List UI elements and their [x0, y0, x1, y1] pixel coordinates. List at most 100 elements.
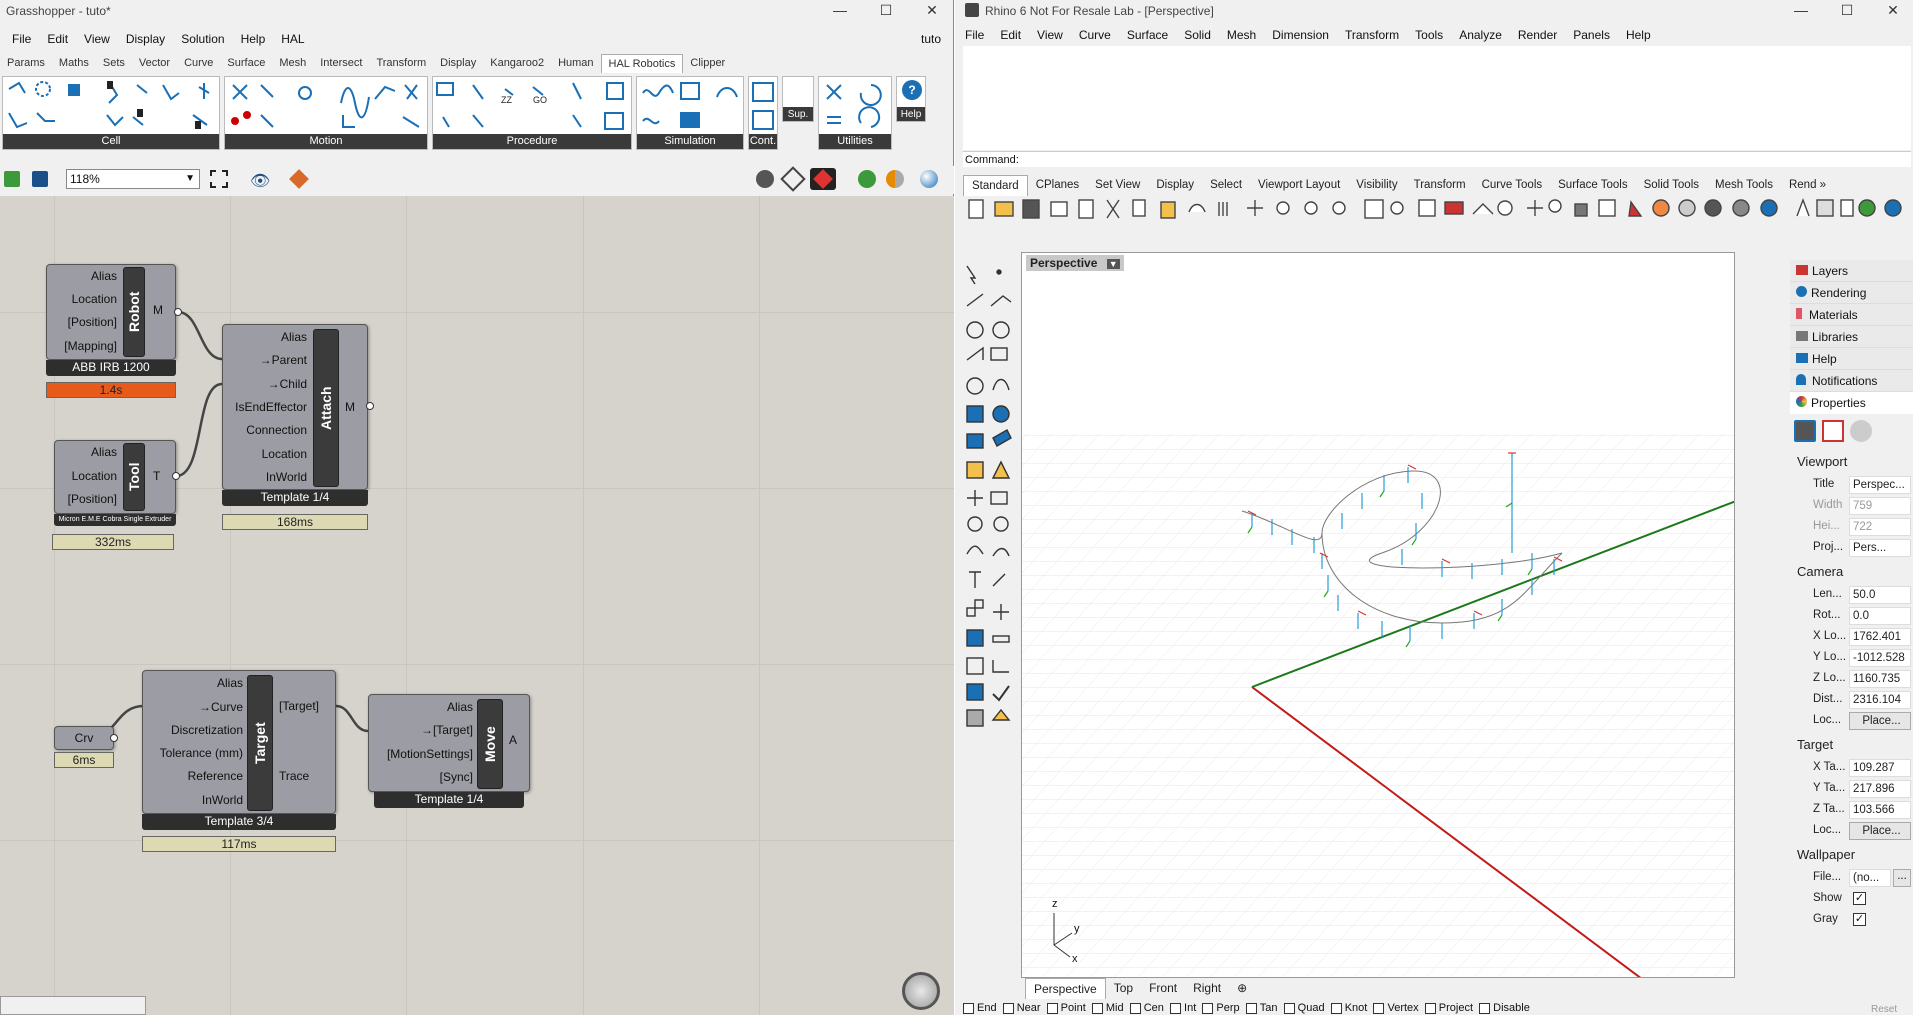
gh-menu-solution[interactable]: Solution — [173, 28, 232, 50]
rhino-menu-curve[interactable]: Curve — [1071, 24, 1119, 46]
robot-input-mapping[interactable]: [Mapping] — [51, 339, 117, 353]
tab-curve[interactable]: Curve — [177, 54, 220, 73]
target-output-target[interactable]: [Target] — [279, 699, 319, 713]
standard-toolbar-icons[interactable] — [967, 196, 1907, 224]
motion-icons[interactable] — [225, 79, 427, 137]
gh-menu-hal[interactable]: HAL — [273, 28, 312, 50]
rh-tab-viewportlayout[interactable]: Viewport Layout — [1250, 175, 1348, 196]
osnap-int[interactable]: Int — [1170, 1002, 1196, 1014]
gh-canvas[interactable]: Alias Location [Position] [Mapping] Robo… — [0, 196, 954, 1015]
rh-tab-curvetools[interactable]: Curve Tools — [1474, 175, 1551, 196]
zoom-extents-icon[interactable] — [210, 170, 228, 188]
preview-shaded-icon[interactable] — [756, 170, 774, 188]
reset-button[interactable]: Reset — [1871, 1004, 1897, 1015]
tool-input-position[interactable]: [Position] — [59, 492, 117, 506]
panel-tab-properties[interactable]: Properties — [1790, 392, 1913, 414]
command-line[interactable]: Command: — [963, 151, 1911, 167]
osnap-vertex[interactable]: Vertex — [1373, 1002, 1419, 1014]
osnap-perp[interactable]: Perp — [1202, 1002, 1240, 1014]
tab-surface[interactable]: Surface — [220, 54, 272, 73]
target-input-curve[interactable]: →Curve — [147, 700, 243, 714]
osnap-cen[interactable]: Cen — [1129, 1002, 1164, 1014]
gh-menu-edit[interactable]: Edit — [39, 28, 76, 50]
rhino-menu-render[interactable]: Render — [1510, 24, 1565, 46]
rhino-menu-help[interactable]: Help — [1618, 24, 1659, 46]
rhino-menu-mesh[interactable]: Mesh — [1219, 24, 1264, 46]
attach-output-m[interactable]: M — [345, 400, 355, 414]
left-tool-palette[interactable] — [961, 262, 1013, 802]
save-file-icon[interactable] — [32, 171, 48, 187]
robot-input-alias[interactable]: Alias — [51, 269, 117, 283]
tab-human[interactable]: Human — [551, 54, 600, 73]
attach-port[interactable] — [366, 402, 374, 410]
target-input-alias[interactable]: Alias — [147, 676, 243, 690]
osnap-near[interactable]: Near — [1002, 1002, 1041, 1014]
rh-tab-display[interactable]: Display — [1148, 175, 1202, 196]
preview-wire-icon[interactable] — [780, 166, 806, 192]
rhino-maximize-button[interactable]: ☐ — [1827, 0, 1867, 20]
tab-mesh[interactable]: Mesh — [272, 54, 313, 73]
rh-tab-visibility[interactable]: Visibility — [1348, 175, 1405, 196]
object-prop-icon[interactable] — [1850, 420, 1872, 442]
rh-tab-standard[interactable]: Standard — [963, 175, 1028, 196]
gh-menu-display[interactable]: Display — [118, 28, 173, 50]
camera-prop-icon[interactable] — [1794, 420, 1816, 442]
tool-input-alias[interactable]: Alias — [59, 445, 117, 459]
osnap-quad[interactable]: Quad — [1283, 1002, 1325, 1014]
tab-sets[interactable]: Sets — [96, 54, 132, 73]
tab-params[interactable]: Params — [0, 54, 52, 73]
tab-clipper[interactable]: Clipper — [683, 54, 732, 73]
panel-tab-libraries[interactable]: Libraries — [1790, 326, 1913, 348]
move-input-motionsettings[interactable]: [MotionSettings] — [373, 747, 473, 761]
gh-close-button[interactable]: ✕ — [912, 0, 952, 20]
panel-tab-rendering[interactable]: Rendering — [1790, 282, 1913, 304]
target-input-discretization[interactable]: Discretization — [147, 723, 243, 737]
osnap-tan[interactable]: Tan — [1245, 1002, 1278, 1014]
attach-input-inworld[interactable]: InWorld — [227, 470, 307, 484]
rhino-minimize-button[interactable]: — — [1781, 0, 1821, 20]
target-input-reference[interactable]: Reference — [147, 769, 243, 783]
perspective-viewport[interactable]: Perspective ▼ z y x — [1021, 252, 1735, 978]
attach-input-parent[interactable]: →Parent — [227, 353, 307, 367]
ribbon-label-utilities[interactable]: Utilities — [819, 134, 891, 149]
osnap-mid[interactable]: Mid — [1091, 1002, 1124, 1014]
panel-tab-notifications[interactable]: Notifications — [1790, 370, 1913, 392]
target-input-inworld[interactable]: InWorld — [147, 793, 243, 807]
rh-tab-surfacetools[interactable]: Surface Tools — [1550, 175, 1635, 196]
gh-menu-help[interactable]: Help — [233, 28, 274, 50]
rhino-menu-analyze[interactable]: Analyze — [1451, 24, 1510, 46]
target-input-tolerance[interactable]: Tolerance (mm) — [147, 746, 243, 760]
panel-tab-help[interactable]: Help — [1790, 348, 1913, 370]
osnap-disable[interactable]: Disable — [1479, 1002, 1530, 1014]
tool-input-location[interactable]: Location — [59, 469, 117, 483]
target-output-trace[interactable]: Trace — [279, 769, 309, 783]
tool-port[interactable] — [172, 472, 180, 480]
move-output-a[interactable]: A — [509, 733, 517, 747]
tool-output-t[interactable]: T — [153, 469, 160, 483]
vp-tab-front[interactable]: Front — [1141, 978, 1185, 999]
rh-tab-transform[interactable]: Transform — [1406, 175, 1474, 196]
tab-transform[interactable]: Transform — [369, 54, 433, 73]
robot-component[interactable]: Alias Location [Position] [Mapping] Robo… — [46, 264, 176, 360]
ribbon-label-simulation[interactable]: Simulation — [637, 134, 743, 149]
move-input-sync[interactable]: [Sync] — [373, 770, 473, 784]
rhino-menu-view[interactable]: View — [1029, 24, 1071, 46]
rh-tab-cplanes[interactable]: CPlanes — [1028, 175, 1087, 196]
ribbon-label-cell[interactable]: Cell — [3, 134, 219, 149]
rh-tab-select[interactable]: Select — [1202, 175, 1250, 196]
attach-input-connection[interactable]: Connection — [227, 423, 307, 437]
tab-intersect[interactable]: Intersect — [313, 54, 369, 73]
gh-doc-name[interactable]: tuto — [921, 32, 941, 46]
attach-input-isendeffector[interactable]: IsEndEffector — [227, 400, 307, 414]
robot-port[interactable] — [174, 308, 182, 316]
gh-maximize-button[interactable]: ☐ — [866, 0, 906, 20]
move-component[interactable]: Alias →[Target] [MotionSettings] [Sync] … — [368, 694, 530, 792]
tab-hal-robotics[interactable]: HAL Robotics — [600, 54, 684, 73]
osnap-knot[interactable]: Knot — [1330, 1002, 1367, 1014]
canvas-bottom-icons[interactable] — [0, 996, 146, 1015]
panel-tab-materials[interactable]: Materials — [1790, 304, 1913, 326]
material-icon[interactable] — [886, 170, 904, 188]
crv-port[interactable] — [110, 734, 118, 742]
robot-input-location[interactable]: Location — [51, 292, 117, 306]
osnap-end[interactable]: End — [963, 1002, 997, 1014]
